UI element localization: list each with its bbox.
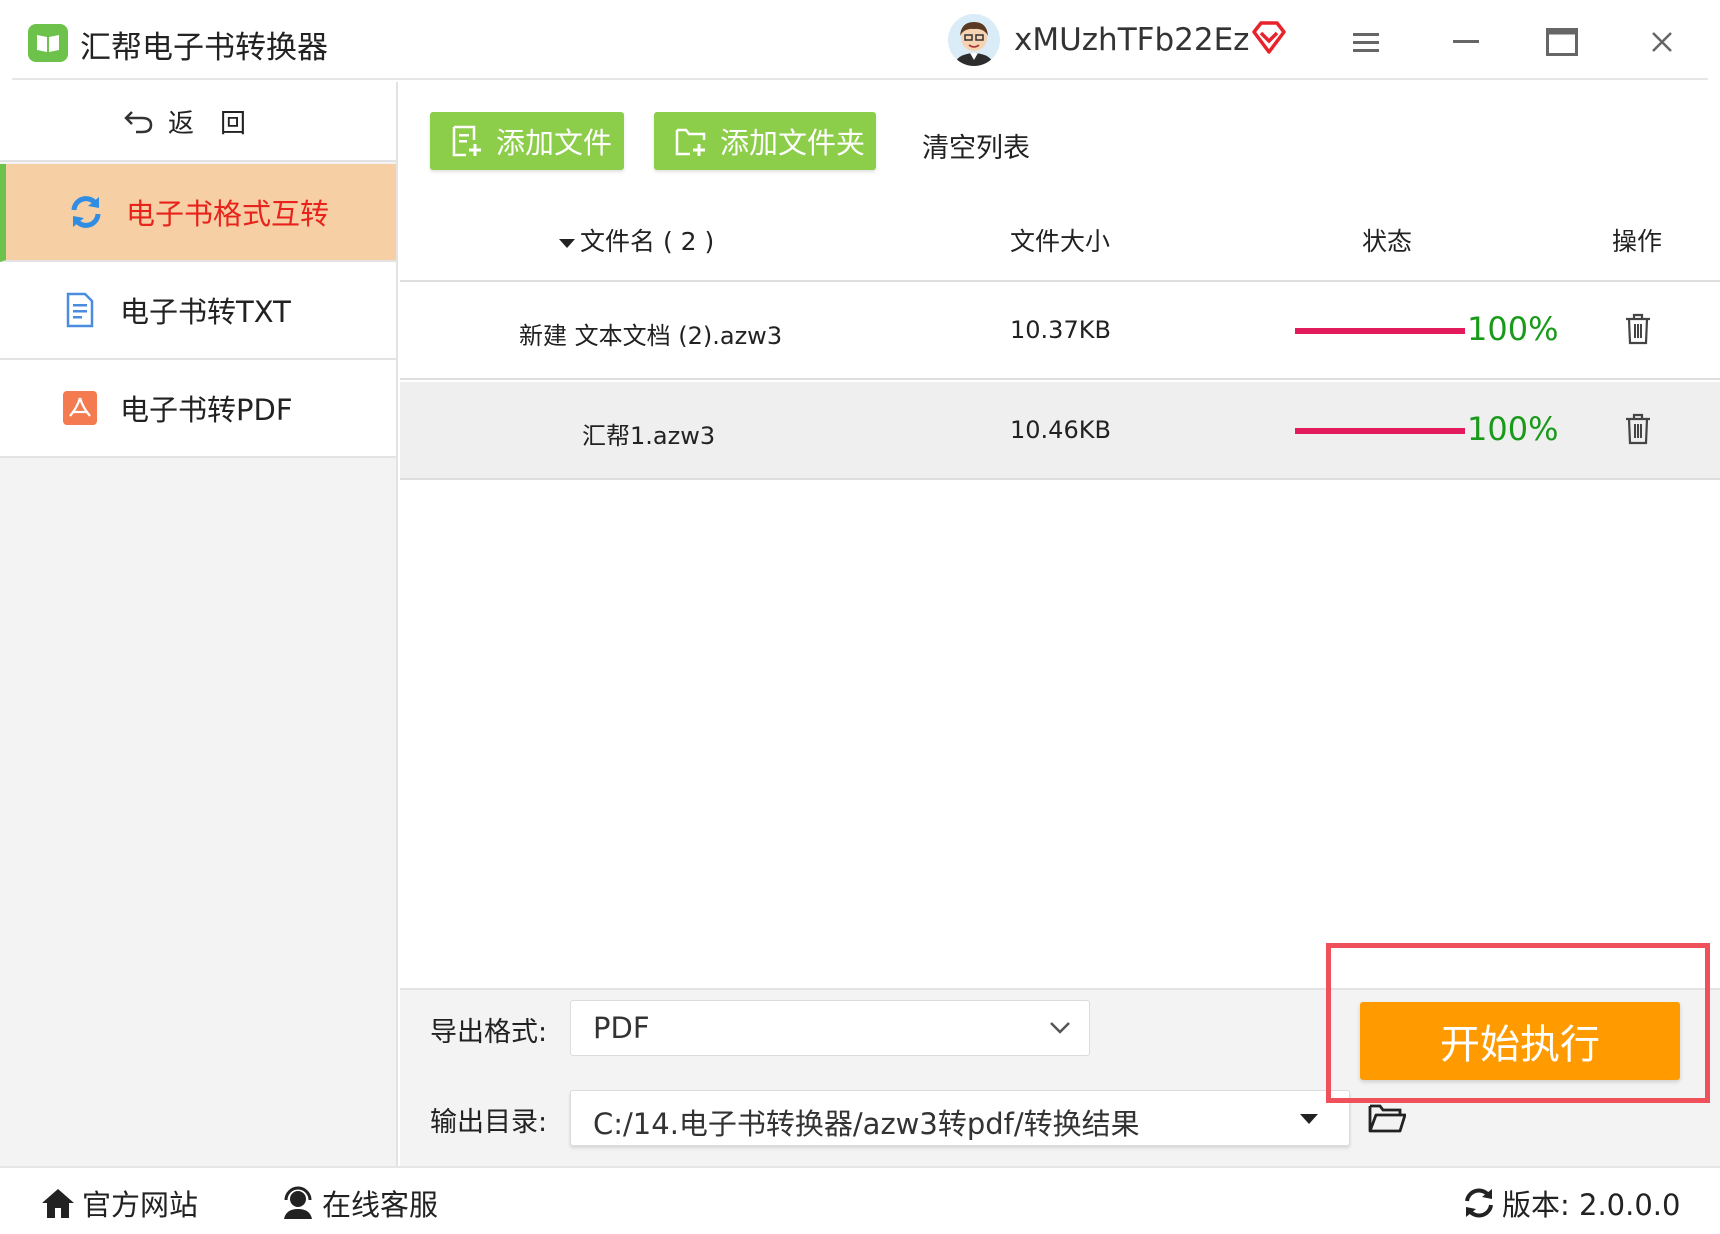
sort-down-icon	[559, 239, 575, 248]
sidebar: 返回 电子书格式互转 电子书转TXT 电子书转PDF	[0, 82, 398, 1166]
progress-fill	[1295, 328, 1465, 334]
format-label: 导出格式:	[430, 1017, 548, 1048]
main-panel: 添加文件 添加文件夹 清空列表 文件名 ( 2 ) 文件大小 状态 操作 新建 …	[400, 82, 1720, 1166]
minimize-icon[interactable]	[1444, 20, 1488, 64]
home-icon	[42, 1189, 74, 1218]
back-label: 返回	[167, 108, 272, 139]
settings-panel: 导出格式: PDF 输出目录: C:/14.电子书转换器/azw3转pdf/转换…	[400, 988, 1720, 1166]
refresh-icon	[1465, 1188, 1493, 1218]
dropdown-arrow-icon	[1300, 1114, 1318, 1124]
back-button[interactable]: 返回	[0, 82, 396, 162]
table-header: 文件名 ( 2 ) 文件大小 状态 操作	[400, 194, 1720, 282]
menu-icon[interactable]	[1344, 20, 1388, 64]
sidebar-item-to-pdf[interactable]: 电子书转PDF	[0, 360, 396, 458]
action-header: 操作	[1612, 227, 1663, 256]
app-logo-icon	[28, 24, 68, 62]
title-divider	[12, 78, 1708, 80]
progress-text: 100%	[1467, 410, 1559, 448]
add-folder-icon	[675, 128, 706, 156]
add-file-button[interactable]: 添加文件	[430, 112, 624, 170]
start-button[interactable]: 开始执行	[1360, 1002, 1680, 1080]
trash-icon[interactable]	[1623, 312, 1653, 346]
filename-header[interactable]: 文件名 ( 2 )	[558, 222, 714, 258]
sidebar-item-format-convert[interactable]: 电子书格式互转	[0, 164, 396, 262]
pdf-icon	[60, 388, 100, 428]
sidebar-item-label: 电子书转PDF	[120, 393, 293, 427]
close-icon[interactable]	[1640, 20, 1684, 64]
progress-text: 100%	[1467, 310, 1559, 348]
trash-icon[interactable]	[1623, 412, 1653, 446]
table-row[interactable]: 新建 文本文档 (2).azw3 10.37KB 100%	[400, 282, 1720, 380]
output-label: 输出目录:	[430, 1107, 548, 1138]
app-title: 汇帮电子书转换器	[80, 30, 328, 66]
maximize-icon[interactable]	[1540, 20, 1584, 64]
progress-bar	[1295, 328, 1465, 334]
add-folder-label: 添加文件夹	[720, 126, 866, 160]
sidebar-item-label: 电子书转TXT	[120, 295, 291, 329]
convert-icon	[66, 192, 106, 232]
file-name: 新建 文本文档 (2).azw3	[519, 322, 783, 350]
website-link[interactable]: 官方网站	[40, 1182, 198, 1224]
version-info: 版本: 2.0.0.0	[1462, 1182, 1680, 1224]
size-header: 文件大小	[1010, 227, 1111, 256]
folder-open-icon[interactable]	[1368, 1102, 1408, 1136]
clear-list-button[interactable]: 清空列表	[922, 126, 1030, 165]
file-size: 10.46KB	[1010, 416, 1111, 444]
document-icon	[60, 290, 100, 330]
chevron-down-icon	[1050, 1022, 1070, 1034]
add-folder-button[interactable]: 添加文件夹	[654, 112, 876, 170]
add-file-label: 添加文件	[496, 126, 613, 160]
back-arrow-icon	[124, 111, 153, 134]
file-size: 10.37KB	[1010, 316, 1111, 344]
sidebar-item-to-txt[interactable]: 电子书转TXT	[0, 262, 396, 360]
format-value: PDF	[593, 1011, 650, 1045]
table-row[interactable]: 汇帮1.azw3 10.46KB 100%	[400, 382, 1720, 480]
support-link[interactable]: 在线客服	[280, 1182, 438, 1224]
title-bar: 汇帮电子书转换器 xMUzhTFb22Ez	[0, 0, 1720, 80]
sidebar-item-label: 电子书格式互转	[126, 197, 330, 231]
progress-fill	[1295, 428, 1465, 434]
progress-bar	[1295, 428, 1465, 434]
status-header: 状态	[1362, 227, 1413, 256]
format-select[interactable]: PDF	[570, 1000, 1090, 1056]
vip-diamond-icon[interactable]	[1250, 20, 1288, 56]
output-dir-value: C:/14.电子书转换器/azw3转pdf/转换结果	[593, 1107, 1140, 1141]
output-dir-select[interactable]: C:/14.电子书转换器/azw3转pdf/转换结果	[570, 1090, 1350, 1146]
avatar[interactable]	[948, 14, 1000, 66]
file-name: 汇帮1.azw3	[582, 422, 716, 450]
headset-icon	[284, 1186, 312, 1219]
username: xMUzhTFb22Ez	[1014, 22, 1250, 58]
footer: 官方网站 在线客服 版本: 2.0.0.0	[0, 1166, 1720, 1234]
add-file-icon	[452, 125, 481, 157]
